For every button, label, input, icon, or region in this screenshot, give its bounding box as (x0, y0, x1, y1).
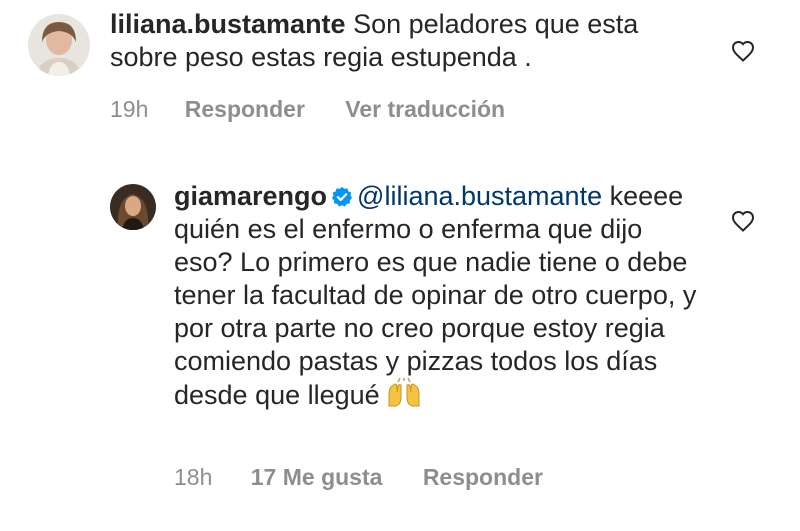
avatar[interactable] (110, 184, 156, 230)
comment-text: keeee quién es el enfermo o enferma que … (174, 181, 697, 410)
see-translation-button[interactable]: Ver traducción (345, 96, 505, 123)
comment-timestamp: 19h (110, 96, 149, 122)
comment-username[interactable]: liliana.bustamante (110, 9, 346, 39)
verified-badge-icon (331, 186, 353, 207)
comment-body: liliana.bustamante Son peladores que est… (110, 8, 710, 74)
raising-hands-icon (386, 377, 422, 416)
like-heart-icon[interactable] (731, 210, 755, 232)
mention-link[interactable]: @liliana.bustamante (357, 181, 602, 211)
comment-body: giamarengo @liliana.bustamante keeee qui… (174, 180, 704, 416)
avatar[interactable] (28, 14, 90, 76)
comment-meta: 19h Responder Ver traducción (110, 96, 505, 123)
comment-meta: 18h 17 Me gusta Responder (174, 464, 543, 491)
likes-count-button[interactable]: 17 Me gusta (251, 464, 383, 491)
reply-button[interactable]: Responder (185, 96, 305, 123)
like-heart-icon[interactable] (731, 40, 755, 62)
profile-photo-icon (110, 184, 156, 230)
comment-timestamp: 18h (174, 464, 213, 490)
profile-photo-icon (28, 14, 90, 76)
comment-username[interactable]: giamarengo (174, 181, 327, 211)
reply-button[interactable]: Responder (423, 464, 543, 491)
